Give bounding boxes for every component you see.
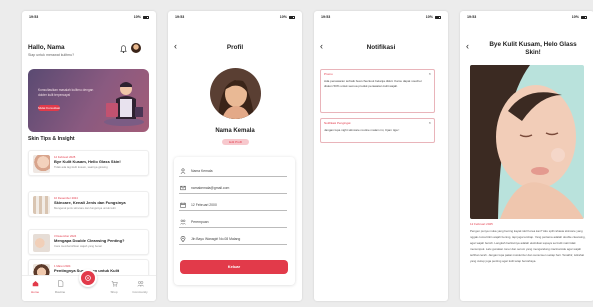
nav-label: Routine (54, 290, 66, 294)
back-chevron-icon[interactable]: ‹ (466, 42, 469, 51)
article-thumbnail (33, 234, 50, 252)
field-value: namakemala@gmail.com (191, 186, 230, 190)
home-icon (32, 281, 38, 287)
doctor-illustration-icon (104, 82, 144, 126)
article-card[interactable]: 10 Desember 2024 Skincare, Kenali Jenis … (28, 191, 149, 217)
name-field[interactable]: Nama Kemala (179, 167, 287, 177)
article-title: Pentingnya Sunscreen untuk Kulit (54, 268, 120, 273)
profile-name: Nama Kemala (215, 128, 255, 134)
banner-button[interactable]: Mulai Konsultasi (38, 105, 60, 111)
close-icon[interactable]: × (429, 71, 431, 76)
cart-icon (111, 281, 118, 287)
notification-heading: Notifikasi Pengingat (324, 121, 351, 125)
status-bar: 19:53 10% (168, 11, 302, 23)
email-field[interactable]: namakemala@gmail.com (179, 184, 287, 194)
mail-icon (180, 185, 186, 191)
article-summary: Cara membersihkan wajah yang benar (54, 244, 103, 248)
profile-photo (210, 68, 261, 119)
article-body: Pengen punya muka yang bening kayak idol… (470, 229, 586, 264)
battery-icon (435, 15, 441, 19)
location-icon (180, 236, 186, 242)
notifications-screen: 19:53 10% ‹ Notifikasi Promo × Ada penaw… (314, 11, 448, 301)
nav-shop[interactable]: Shop (104, 280, 124, 294)
page-title: Notifikasi (366, 44, 396, 51)
status-bar: 19:53 10% (314, 11, 448, 23)
subgreeting: Siap untuk merawat kulitmu? (28, 53, 75, 57)
calendar-icon (180, 202, 186, 208)
notification-card[interactable]: Promo × Ada penawaran terbaik buat check… (320, 69, 435, 113)
bell-icon[interactable] (120, 45, 127, 53)
battery-icon (289, 15, 295, 19)
battery-icon (581, 15, 587, 19)
profile-portrait (210, 68, 261, 119)
skincare-portrait (470, 65, 584, 219)
nav-label: Home (30, 290, 39, 294)
community-icon (136, 281, 144, 287)
battery-icon (143, 15, 149, 19)
field-value: Nama Kemala (191, 169, 213, 173)
article-hero-image (470, 65, 584, 219)
battery-level: 10% (279, 15, 287, 19)
document-icon (57, 280, 63, 287)
field-value: Perempuan (191, 220, 209, 224)
status-bar: 19:53 10% (22, 11, 156, 23)
notification-heading: Promo (324, 72, 333, 76)
banner-text: Konsultasikan masalah kulitmu dengan dok… (38, 88, 94, 97)
address-field[interactable]: Jln Bayu Wanagiri No.08 Malang (179, 235, 287, 245)
article-summary: Tidak ada lagi kulit kusam, saatnya glow… (54, 165, 108, 169)
edit-profile-badge[interactable]: Edit Profil (222, 139, 249, 145)
article-card[interactable]: 3 Desember 2024 Mengapa Double Cleansing… (28, 229, 149, 255)
nav-community[interactable]: Community (128, 280, 152, 294)
article-title: Mengapa Double Cleansing Penting? (54, 238, 125, 243)
article-title: Bye Kulit Kusam, Hello Glass Skin! (54, 159, 121, 164)
battery-level: 10% (133, 15, 141, 19)
status-time: 19:53 (467, 15, 477, 19)
article-card[interactable]: 12 Februari 2025 Bye Kulit Kusam, Hello … (28, 150, 149, 176)
bottom-nav: Home Routine Shop Community (22, 269, 156, 301)
nav-label: Community (132, 290, 148, 294)
scan-icon (85, 275, 91, 281)
profile-screen: 19:53 10% ‹ Profil Nama Kemala Edit Prof… (168, 11, 302, 301)
article-title: Skincare, Kenali Jenis dan Fungsinya (54, 200, 126, 205)
profile-form: Nama Kemala namakemala@gmail.com 12 Febr… (174, 157, 295, 285)
status-bar: 19:53 10% (460, 11, 593, 23)
article-screen: 19:53 10% ‹ Bye Kulit Kusam, Helo Glass … (460, 11, 593, 301)
birthdate-field[interactable]: 12 Februari 2000 (179, 201, 287, 211)
close-icon[interactable]: × (429, 120, 431, 125)
status-time: 19:53 (29, 15, 39, 19)
article-title: Bye Kulit Kusam, Helo Glass Skin! (489, 41, 577, 56)
notification-body: Ada penawaran terbaik buat checkout bela… (324, 79, 422, 88)
nav-home[interactable]: Home (25, 280, 45, 294)
home-screen: 19:53 10% Hallo, Nama Siap untuk merawat… (22, 11, 156, 301)
notification-body: Jangan lupa night skincare routine malam… (324, 128, 400, 132)
logout-button[interactable]: Keluar (180, 260, 288, 274)
status-time: 19:53 (175, 15, 185, 19)
nav-routine[interactable]: Routine (50, 280, 70, 294)
nav-label: Shop (110, 290, 118, 294)
article-thumbnail (33, 196, 50, 214)
page-title: Profil (226, 44, 244, 51)
article-summary: Mengenal jenis skincare dan fungsinya un… (54, 206, 116, 210)
user-icon (180, 168, 186, 174)
field-value: 12 Februari 2000 (191, 203, 217, 207)
article-thumbnail (33, 155, 50, 173)
notification-card[interactable]: Notifikasi Pengingat × Jangan lupa night… (320, 118, 435, 143)
battery-level: 10% (571, 15, 579, 19)
gender-icon (180, 219, 186, 225)
field-value: Jln Bayu Wanagiri No.08 Malang (191, 237, 241, 241)
battery-level: 10% (425, 15, 433, 19)
article-date: 12 Februari 2025 (470, 222, 493, 226)
screens-canvas: 19:53 10% Hallo, Nama Siap untuk merawat… (0, 0, 593, 307)
section-title: Skin Tips & Insight (28, 136, 75, 142)
scan-button[interactable] (79, 269, 97, 287)
greeting: Hallo, Nama (28, 44, 65, 51)
consult-banner[interactable]: Konsultasikan masalah kulitmu dengan dok… (28, 69, 149, 132)
gender-field[interactable]: Perempuan (179, 218, 287, 228)
avatar[interactable] (131, 43, 141, 53)
status-time: 19:53 (321, 15, 331, 19)
